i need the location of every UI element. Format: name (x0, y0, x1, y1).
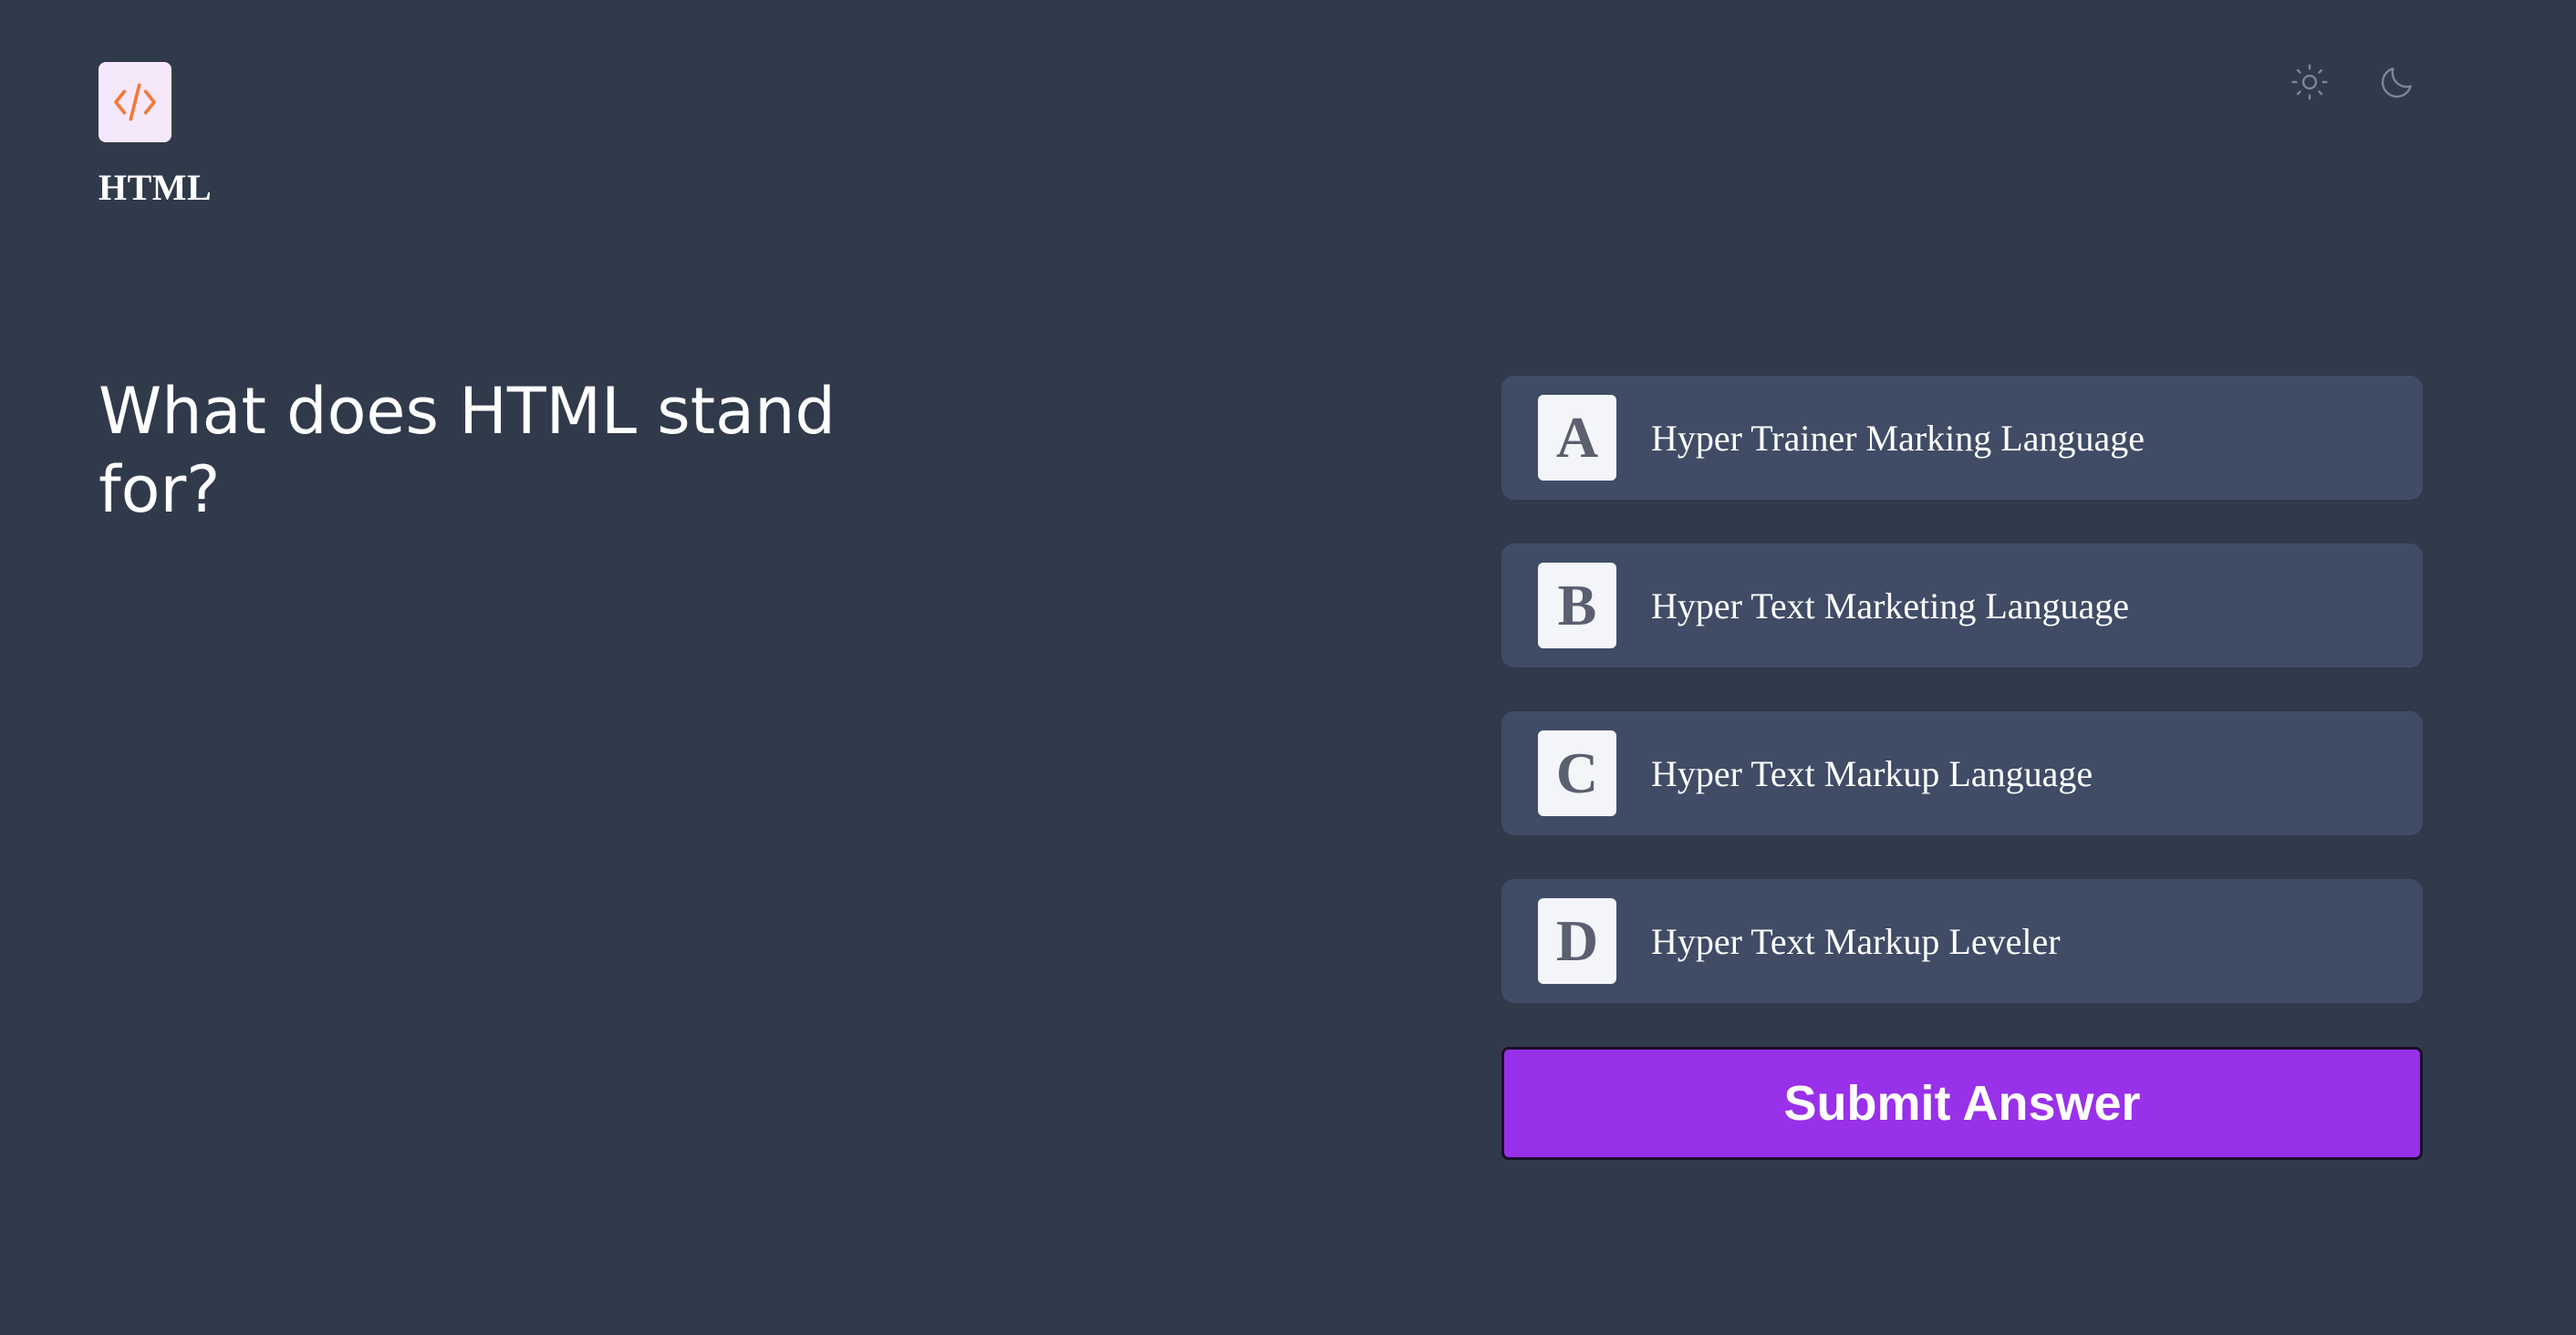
option-d[interactable]: D Hyper Text Markup Leveler (1501, 879, 2423, 1003)
option-b[interactable]: B Hyper Text Marketing Language (1501, 543, 2423, 668)
option-letter: D (1538, 898, 1616, 984)
option-c[interactable]: C Hyper Text Markup Language (1501, 711, 2423, 835)
answer-options: A Hyper Trainer Marking Language B Hyper… (1501, 376, 2423, 1160)
option-label: Hyper Text Markup Language (1651, 752, 2093, 794)
option-label: Hyper Text Marketing Language (1651, 585, 2130, 626)
topic-title: HTML (99, 167, 213, 208)
code-icon (99, 62, 171, 142)
topic-header: HTML (99, 62, 212, 209)
option-letter: A (1538, 395, 1616, 481)
question-text: What does HTML stand for? (99, 374, 836, 527)
sun-icon[interactable] (2288, 60, 2332, 104)
option-label: Hyper Trainer Marking Language (1651, 417, 2145, 459)
option-a[interactable]: A Hyper Trainer Marking Language (1501, 376, 2423, 500)
submit-answer-button[interactable]: Submit Answer (1501, 1047, 2423, 1160)
option-letter: C (1538, 730, 1616, 816)
moon-icon[interactable] (2375, 60, 2419, 104)
theme-toggle[interactable] (2288, 60, 2419, 104)
option-letter: B (1538, 563, 1616, 648)
option-label: Hyper Text Markup Leveler (1651, 920, 2061, 962)
